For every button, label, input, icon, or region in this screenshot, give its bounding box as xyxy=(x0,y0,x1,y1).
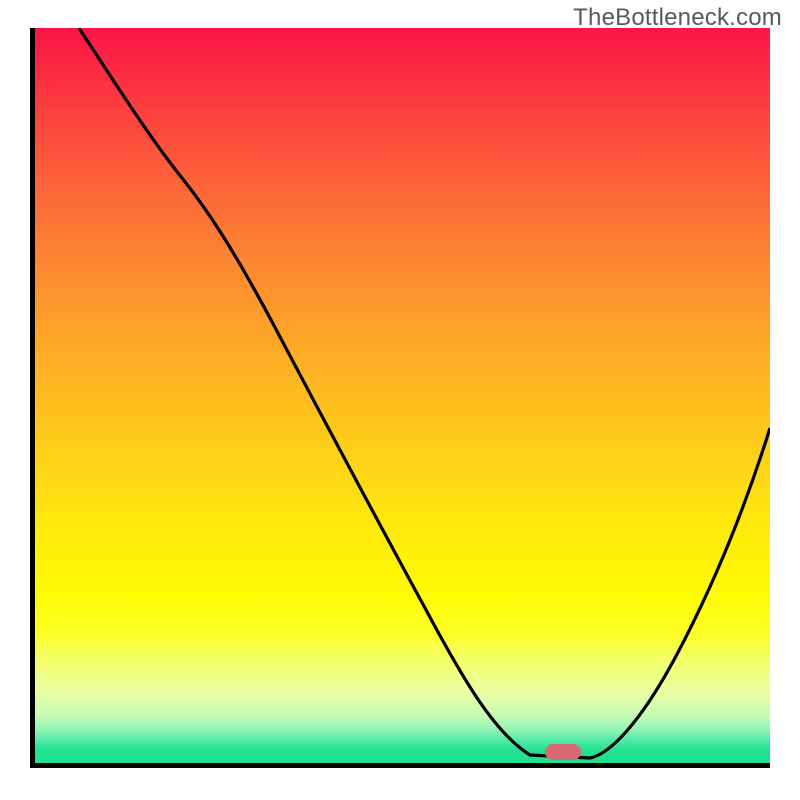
bottleneck-curve-path xyxy=(79,28,770,758)
bottleneck-chart: TheBottleneck.com xyxy=(0,0,800,800)
curve-layer xyxy=(35,28,770,763)
plot-area xyxy=(30,28,770,768)
optimal-marker xyxy=(545,744,581,760)
